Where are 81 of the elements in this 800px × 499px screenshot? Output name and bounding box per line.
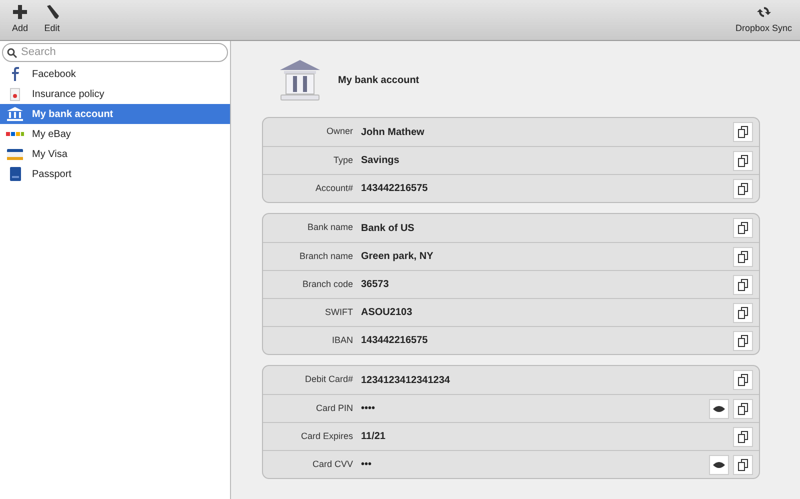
sidebar-item[interactable]: My Visa bbox=[0, 144, 230, 164]
copy-button[interactable] bbox=[733, 246, 753, 266]
item-label: Facebook bbox=[32, 68, 76, 82]
field-value: Bank of US bbox=[361, 222, 416, 236]
item-label: Insurance policy bbox=[32, 88, 104, 102]
field-label: Card CVV bbox=[311, 458, 353, 471]
field-value: •••• bbox=[361, 402, 376, 416]
plus-icon bbox=[13, 4, 27, 19]
letter-f-icon bbox=[11, 67, 19, 81]
field-value: ASOU2103 bbox=[361, 306, 414, 320]
sidebar-item[interactable]: Insurance policy bbox=[0, 84, 230, 104]
search-box[interactable]: Search bbox=[2, 43, 228, 62]
field-value: John Mathew bbox=[361, 126, 426, 140]
copy-icon bbox=[738, 182, 748, 194]
copy-icon bbox=[738, 374, 748, 386]
eye-icon bbox=[713, 404, 725, 412]
field-value: 143442216575 bbox=[361, 182, 429, 196]
field-label: IBAN bbox=[330, 334, 353, 347]
copy-button[interactable] bbox=[733, 426, 753, 446]
copy-button[interactable] bbox=[733, 178, 753, 198]
bank-icon bbox=[7, 107, 23, 121]
item-label: My Visa bbox=[32, 148, 68, 162]
field-label: Owner bbox=[325, 125, 353, 138]
item-label: My eBay bbox=[32, 128, 71, 142]
field-value: Green park, NY bbox=[361, 250, 434, 264]
search-field[interactable]: Search bbox=[21, 44, 223, 61]
field-label: Branch code bbox=[301, 278, 353, 291]
sidebar-item[interactable]: Passport bbox=[0, 164, 230, 184]
field-label: Card Expires bbox=[300, 430, 353, 443]
field-label: Debit Card# bbox=[304, 373, 353, 386]
copy-button[interactable] bbox=[733, 330, 753, 350]
reveal-button[interactable] bbox=[709, 398, 729, 418]
field-label: Branch name bbox=[298, 250, 353, 263]
copy-icon bbox=[738, 250, 748, 262]
copy-icon bbox=[738, 334, 748, 346]
copy-button[interactable] bbox=[733, 398, 753, 418]
field-value: 143442216575 bbox=[361, 334, 429, 348]
colored-dots-icon bbox=[6, 130, 24, 138]
field-value: 11/21 bbox=[361, 430, 386, 444]
field-label: Type bbox=[332, 154, 353, 167]
copy-button[interactable] bbox=[733, 150, 753, 170]
copy-icon bbox=[738, 458, 748, 470]
copy-button[interactable] bbox=[733, 302, 753, 322]
field-label: Card PIN bbox=[314, 402, 353, 415]
sidebar-item[interactable]: Facebook bbox=[0, 64, 230, 84]
sidebar-item[interactable]: My bank account bbox=[0, 104, 230, 124]
copy-icon bbox=[738, 430, 748, 442]
field-label: SWIFT bbox=[324, 306, 353, 319]
copy-button[interactable] bbox=[733, 218, 753, 238]
copy-icon bbox=[738, 126, 748, 138]
field-value: 1234123412341234 bbox=[361, 374, 451, 388]
eye-icon bbox=[713, 460, 725, 468]
field-value: ••• bbox=[361, 458, 373, 472]
copy-button[interactable] bbox=[733, 454, 753, 474]
field-label: Bank name bbox=[306, 221, 353, 234]
copy-icon bbox=[738, 402, 748, 414]
copy-icon bbox=[738, 222, 748, 234]
sidebar-item[interactable]: My eBay bbox=[0, 124, 230, 144]
item-label: My bank account bbox=[32, 108, 114, 122]
toolbar-button[interactable]: Add bbox=[8, 4, 32, 36]
reveal-button[interactable] bbox=[709, 454, 729, 474]
copy-icon bbox=[738, 306, 748, 318]
copy-button[interactable] bbox=[733, 122, 753, 142]
toolbar-button[interactable]: Edit bbox=[40, 4, 64, 36]
pencil-icon bbox=[45, 4, 59, 19]
copy-button[interactable] bbox=[733, 274, 753, 294]
card-icon bbox=[7, 148, 23, 160]
passport-icon bbox=[10, 167, 20, 181]
field-value: 36573 bbox=[361, 278, 390, 292]
field-label: Account# bbox=[314, 182, 353, 195]
search-icon bbox=[7, 48, 17, 58]
copy-icon bbox=[738, 278, 748, 290]
field-value: Savings bbox=[361, 154, 400, 168]
copy-icon bbox=[738, 154, 748, 166]
bank-icon bbox=[278, 58, 322, 102]
item-label: Passport bbox=[32, 168, 72, 182]
toolbar-button[interactable]: Dropbox Sync bbox=[735, 4, 792, 36]
record-title: My bank account bbox=[338, 74, 420, 88]
sync-icon bbox=[756, 4, 771, 19]
copy-button[interactable] bbox=[733, 370, 753, 390]
document-icon bbox=[10, 88, 20, 100]
